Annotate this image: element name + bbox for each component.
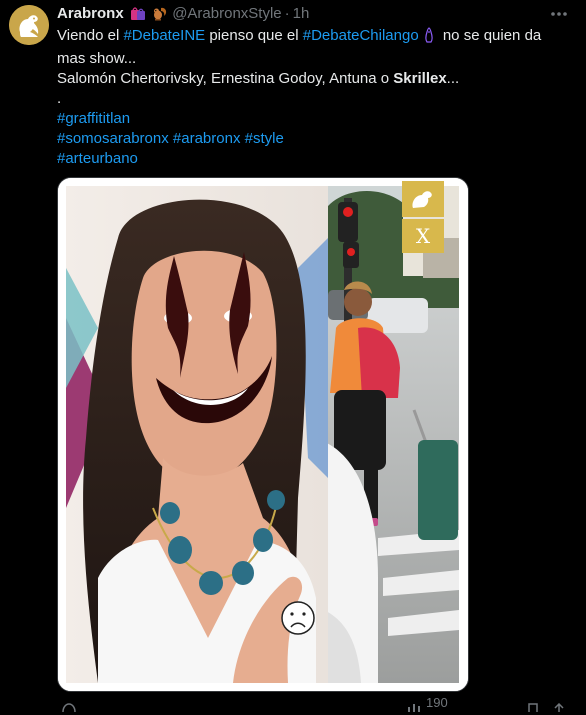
views-count: 190 bbox=[426, 695, 448, 710]
bookmark-icon[interactable] bbox=[527, 700, 539, 715]
avatar[interactable] bbox=[9, 5, 49, 45]
tweet-line-1: Viendo el #DebateINE pienso que el #Deba… bbox=[57, 26, 567, 49]
watermark-letter: X bbox=[415, 224, 431, 248]
tweet-actions: 190 bbox=[57, 695, 567, 713]
pinched-hand-emoji-icon bbox=[421, 27, 437, 49]
views-icon[interactable] bbox=[407, 700, 421, 715]
text-segment: no se quien da bbox=[438, 27, 542, 44]
bold-text: Skrillex bbox=[393, 70, 447, 87]
text-segment: Viendo el bbox=[57, 27, 124, 44]
tweet-text: Viendo el #DebateINE pienso que el #Deba… bbox=[57, 26, 567, 169]
separator-dot: · bbox=[284, 5, 290, 22]
hashtag-debatechilango[interactable]: #DebateChilango bbox=[303, 27, 419, 44]
tweet[interactable]: Arabronx @ArabronxStyle · 1h Viendo el #… bbox=[0, 0, 586, 713]
tweet-line-4: . bbox=[57, 90, 62, 107]
hashtag-arabronx[interactable]: #arabronx bbox=[173, 130, 241, 147]
hashtag-graffititlan[interactable]: #graffititlan bbox=[57, 110, 130, 127]
squirrel-logo-icon bbox=[9, 5, 49, 45]
text-segment: Salomón Chertorivsky, Ernestina Godoy, A… bbox=[57, 70, 394, 87]
tweet-photo[interactable]: X bbox=[57, 177, 469, 692]
hashtag-line-2: #somosarabronx #arabronx #style bbox=[57, 129, 567, 149]
timestamp[interactable]: 1h bbox=[293, 5, 310, 22]
author-handle[interactable]: @ArabronxStyle bbox=[172, 5, 281, 22]
text-segment: pienso que el bbox=[205, 27, 303, 44]
street-poster-photo bbox=[58, 178, 468, 691]
author-name[interactable]: Arabronx bbox=[57, 5, 124, 22]
hashtag-line-1: #graffititlan bbox=[57, 109, 567, 129]
more-horizontal-icon[interactable] bbox=[546, 6, 572, 22]
hashtag-style[interactable]: #style bbox=[245, 130, 284, 147]
hashtag-debateine[interactable]: #DebateINE bbox=[123, 27, 205, 44]
tweet-header: Arabronx @ArabronxStyle · 1h bbox=[57, 4, 309, 24]
tweet-line-3: Salomón Chertorivsky, Ernestina Godoy, A… bbox=[57, 69, 567, 89]
share-icon[interactable] bbox=[553, 700, 565, 715]
hashtag-line-3: #arteurbano bbox=[57, 149, 567, 169]
text-segment: ... bbox=[446, 70, 460, 87]
hashtag-arteurbano[interactable]: #arteurbano bbox=[57, 150, 138, 167]
reply-icon[interactable] bbox=[61, 700, 77, 715]
tweet-line-2: mas show... bbox=[57, 50, 137, 67]
hashtag-somosarabronx[interactable]: #somosarabronx bbox=[57, 130, 169, 147]
shopping-bags-emoji-icon bbox=[130, 5, 146, 27]
squirrel-emoji-icon bbox=[152, 5, 168, 27]
